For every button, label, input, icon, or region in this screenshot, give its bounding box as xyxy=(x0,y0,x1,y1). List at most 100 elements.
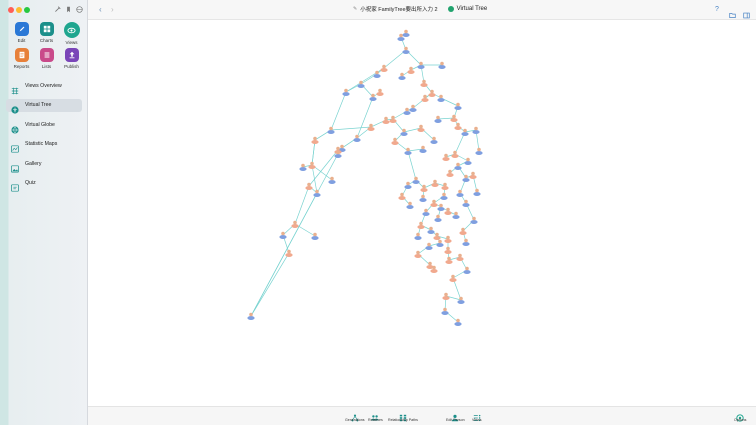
nav-item-virtual-tree[interactable]: Virtual Tree xyxy=(6,98,82,114)
close-window-button[interactable] xyxy=(8,7,14,13)
male-person-node[interactable] xyxy=(440,192,448,200)
nav-label: Views Overview xyxy=(25,82,62,89)
male-person-node[interactable] xyxy=(247,312,255,320)
female-person-node[interactable] xyxy=(444,207,452,215)
pin-icon[interactable] xyxy=(54,6,61,13)
male-person-node[interactable] xyxy=(398,72,406,80)
views-button[interactable]: Views xyxy=(472,409,482,422)
female-person-node[interactable] xyxy=(428,89,436,97)
male-person-node[interactable] xyxy=(425,242,433,250)
female-person-node[interactable] xyxy=(398,192,406,200)
male-person-node[interactable] xyxy=(462,174,470,182)
female-person-node[interactable] xyxy=(431,179,439,187)
male-person-node[interactable] xyxy=(437,203,445,211)
tool-reports[interactable]: Reports xyxy=(9,48,34,69)
male-person-node[interactable] xyxy=(441,307,449,315)
female-person-node[interactable] xyxy=(430,199,438,207)
male-person-node[interactable] xyxy=(434,214,442,222)
male-person-node[interactable] xyxy=(414,232,422,240)
male-person-node[interactable] xyxy=(470,216,478,224)
male-person-node[interactable] xyxy=(299,163,307,171)
female-person-node[interactable] xyxy=(449,274,457,282)
male-person-node[interactable] xyxy=(437,94,445,102)
tool-edit[interactable]: Edit xyxy=(9,22,34,45)
relationship-paths-button[interactable]: Relationship Paths xyxy=(388,409,418,422)
back-chevron-icon[interactable]: ‹ xyxy=(99,5,102,14)
male-person-node[interactable] xyxy=(462,199,470,207)
male-person-node[interactable] xyxy=(457,296,465,304)
female-person-node[interactable] xyxy=(469,171,477,179)
generations-button[interactable]: Generations xyxy=(345,409,365,422)
relatives-button[interactable]: Relatives xyxy=(368,409,383,422)
zoom-window-button[interactable] xyxy=(24,7,30,13)
female-person-node[interactable] xyxy=(305,182,313,190)
male-person-node[interactable] xyxy=(454,102,462,110)
female-person-node[interactable] xyxy=(444,246,452,254)
male-person-node[interactable] xyxy=(402,46,410,54)
female-person-node[interactable] xyxy=(291,220,299,228)
female-person-node[interactable] xyxy=(420,79,428,87)
male-person-node[interactable] xyxy=(456,189,464,197)
folder-icon[interactable] xyxy=(729,6,736,18)
male-person-node[interactable] xyxy=(427,226,435,234)
nav-item-gallery[interactable]: Gallery xyxy=(6,157,82,173)
female-person-node[interactable] xyxy=(285,249,293,257)
sidebar-toggle-icon[interactable] xyxy=(743,6,750,19)
female-person-node[interactable] xyxy=(451,150,459,158)
female-person-node[interactable] xyxy=(444,235,452,243)
tool-views[interactable]: Views xyxy=(59,22,84,45)
male-person-node[interactable] xyxy=(473,188,481,196)
male-person-node[interactable] xyxy=(464,157,472,165)
male-person-node[interactable] xyxy=(327,126,335,134)
nav-item-views-overview[interactable]: Views Overview xyxy=(6,79,82,94)
forward-chevron-icon[interactable]: › xyxy=(111,5,114,14)
female-person-node[interactable] xyxy=(442,153,450,161)
female-person-node[interactable] xyxy=(454,122,462,130)
relationship-edge xyxy=(311,164,318,194)
male-person-node[interactable] xyxy=(402,29,410,37)
male-person-node[interactable] xyxy=(434,115,442,123)
tool-publish[interactable]: Publish xyxy=(59,48,84,69)
nav-item-statistic-maps[interactable]: Statistic Maps xyxy=(6,138,82,153)
male-person-node[interactable] xyxy=(412,176,420,184)
generations-icon xyxy=(351,409,359,422)
female-person-node[interactable] xyxy=(417,221,425,229)
female-person-node[interactable] xyxy=(376,88,384,96)
female-person-node[interactable] xyxy=(445,256,453,264)
male-person-node[interactable] xyxy=(400,128,408,136)
female-person-node[interactable] xyxy=(407,66,415,74)
male-person-node[interactable] xyxy=(463,266,471,274)
globe-small-icon[interactable] xyxy=(76,6,83,13)
relationship-edge xyxy=(250,252,290,317)
tool-label: Lists xyxy=(41,64,52,69)
male-person-node[interactable] xyxy=(311,232,319,240)
options-button[interactable]: Options xyxy=(734,409,746,422)
nav-label: Quiz xyxy=(25,180,36,187)
male-person-node[interactable] xyxy=(404,181,412,189)
male-person-node[interactable] xyxy=(342,88,350,96)
family-tree-graph[interactable] xyxy=(88,20,756,406)
male-person-node[interactable] xyxy=(452,211,460,219)
edit-person-button[interactable]: Edit Person xyxy=(446,409,465,422)
edit-person-icon xyxy=(451,409,459,422)
minimize-window-button[interactable] xyxy=(16,7,22,13)
nav-item-virtual-globe[interactable]: Virtual Globe xyxy=(6,118,82,134)
male-person-node[interactable] xyxy=(419,194,427,202)
virtual-tree-canvas[interactable] xyxy=(88,20,756,406)
sidebar: Edit Charts Views Reports Lists Publish … xyxy=(0,0,88,425)
male-person-node[interactable] xyxy=(475,147,483,155)
bottom-toolbar: Generations Relatives Relationship Paths… xyxy=(88,406,756,425)
female-person-node[interactable] xyxy=(311,136,319,144)
male-person-node[interactable] xyxy=(403,107,411,115)
male-person-node[interactable] xyxy=(454,162,462,170)
tool-lists[interactable]: Lists xyxy=(34,48,59,69)
male-person-node[interactable] xyxy=(422,208,430,216)
male-person-node[interactable] xyxy=(406,201,414,209)
female-person-node[interactable] xyxy=(382,116,390,124)
tool-charts[interactable]: Charts xyxy=(34,22,59,45)
bookmark-icon[interactable] xyxy=(65,6,72,13)
help-icon[interactable]: ? xyxy=(715,6,722,13)
male-person-node[interactable] xyxy=(462,238,470,246)
nav-item-quiz[interactable]: Quiz xyxy=(6,177,82,193)
female-person-node[interactable] xyxy=(441,182,449,190)
